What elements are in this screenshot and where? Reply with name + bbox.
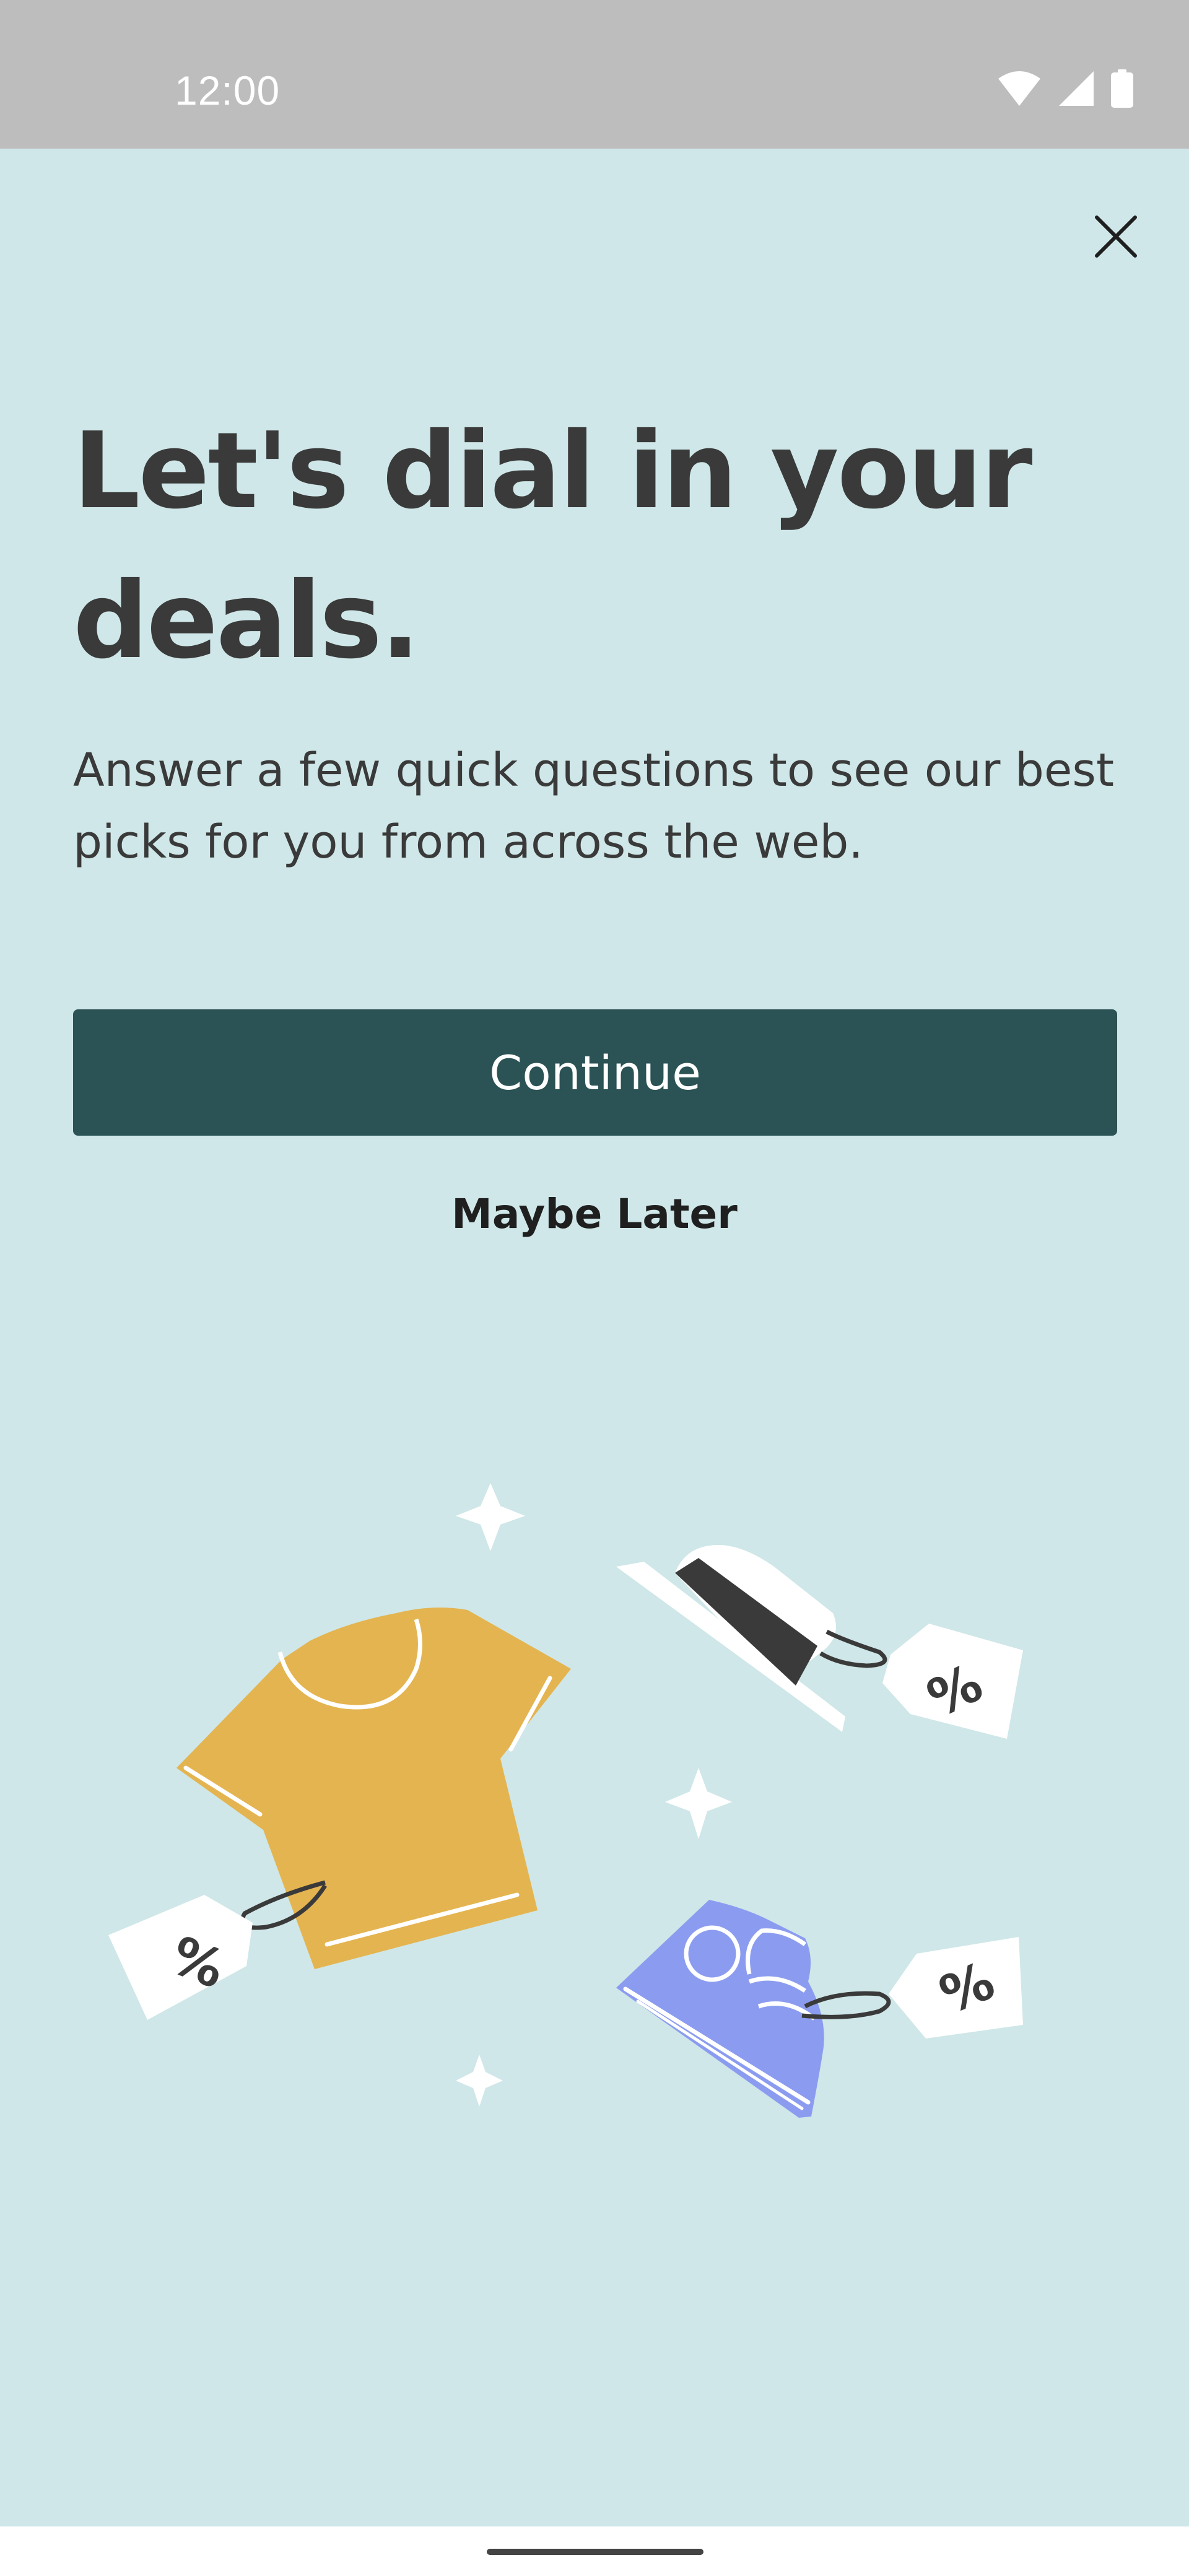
battery-icon: [1111, 69, 1133, 108]
close-button[interactable]: [1086, 207, 1146, 266]
page-title: Let's dial in your deals.: [73, 410, 1032, 682]
home-gesture-handle[interactable]: [487, 2549, 703, 2555]
status-icons: [997, 69, 1133, 108]
close-icon: [1095, 215, 1137, 258]
t-shirt-icon: %: [108, 1608, 571, 2020]
status-time: 12:00: [175, 67, 281, 113]
sparkle-icon: [665, 1768, 732, 1839]
status-bar: 12:00: [0, 0, 1189, 149]
page-subtitle: Answer a few quick questions to see our …: [73, 744, 1114, 869]
navigation-bar: [0, 2526, 1189, 2576]
continue-button[interactable]: Continue: [73, 1009, 1117, 1136]
maybe-later-button[interactable]: Maybe Later: [347, 1177, 842, 1251]
sparkle-icon: [456, 2055, 503, 2107]
hat-icon: %: [616, 1545, 1023, 1739]
wifi-icon: [998, 71, 1040, 106]
deals-illustration: % % %: [108, 1483, 1023, 2118]
sparkle-icon: [456, 1483, 525, 1551]
cellular-signal-icon: [1059, 71, 1094, 106]
sneaker-icon: %: [616, 1900, 1023, 2118]
